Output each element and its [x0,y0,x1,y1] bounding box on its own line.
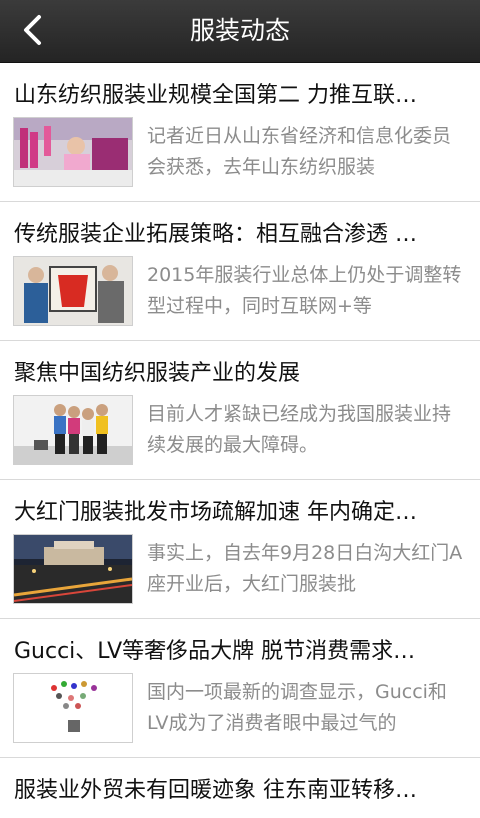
news-thumbnail [13,673,133,743]
news-item[interactable]: Gucci、LV等奢侈品大牌 脱节消费需求… 国内一项最新的调查显示，Gucci… [0,619,480,758]
news-item[interactable]: 聚焦中国纺织服装产业的发展 目前人才紧缺已经成为我国服装业持续发展的最大障碍。 [0,341,480,480]
top-bar: 服装动态 [0,0,480,63]
news-title: 聚焦中国纺织服装产业的发展 [14,361,301,386]
news-item[interactable]: 服装业外贸未有回暖迹象 往东南亚转移… [0,758,480,818]
news-title: Gucci、LV等奢侈品大牌 脱节消费需求… [14,639,416,664]
news-summary: 记者近日从山东省经济和信息化委员会获悉，去年山东纺织服装 [147,125,452,178]
news-thumbnail [13,534,133,604]
news-summary: 国内一项最新的调查显示，Gucci和LV成为了消费者眼中最过气的 [147,681,447,734]
news-title: 服装业外贸未有回暖迹象 往东南亚转移… [14,778,417,803]
news-thumbnail [13,117,133,187]
news-title: 山东纺织服装业规模全国第二 力推互联… [14,83,417,108]
news-item[interactable]: 大红门服装批发市场疏解加速 年内确定… 事实上，自去年9月28日白沟大红门A座开… [0,480,480,619]
news-summary: 事实上，自去年9月28日白沟大红门A座开业后，大红门服装批 [147,542,463,595]
news-summary: 目前人才紧缺已经成为我国服装业持续发展的最大障碍。 [147,403,452,456]
news-list: 山东纺织服装业规模全国第二 力推互联… 记者近日从山东省经济和信息化委员会获悉，… [0,63,480,818]
news-summary: 2015年服装行业总体上仍处于调整转型过程中，同时互联网+等 [147,264,462,317]
news-title: 传统服装企业拓展策略：相互融合渗透 … [14,222,417,247]
news-title: 大红门服装批发市场疏解加速 年内确定… [14,500,417,525]
news-item[interactable]: 山东纺织服装业规模全国第二 力推互联… 记者近日从山东省经济和信息化委员会获悉，… [0,63,480,202]
page-title: 服装动态 [189,16,290,45]
news-item[interactable]: 传统服装企业拓展策略：相互融合渗透 … 2015年服装行业总体上仍处于调整转型过… [0,202,480,341]
news-thumbnail [13,256,133,326]
news-thumbnail [13,395,133,465]
